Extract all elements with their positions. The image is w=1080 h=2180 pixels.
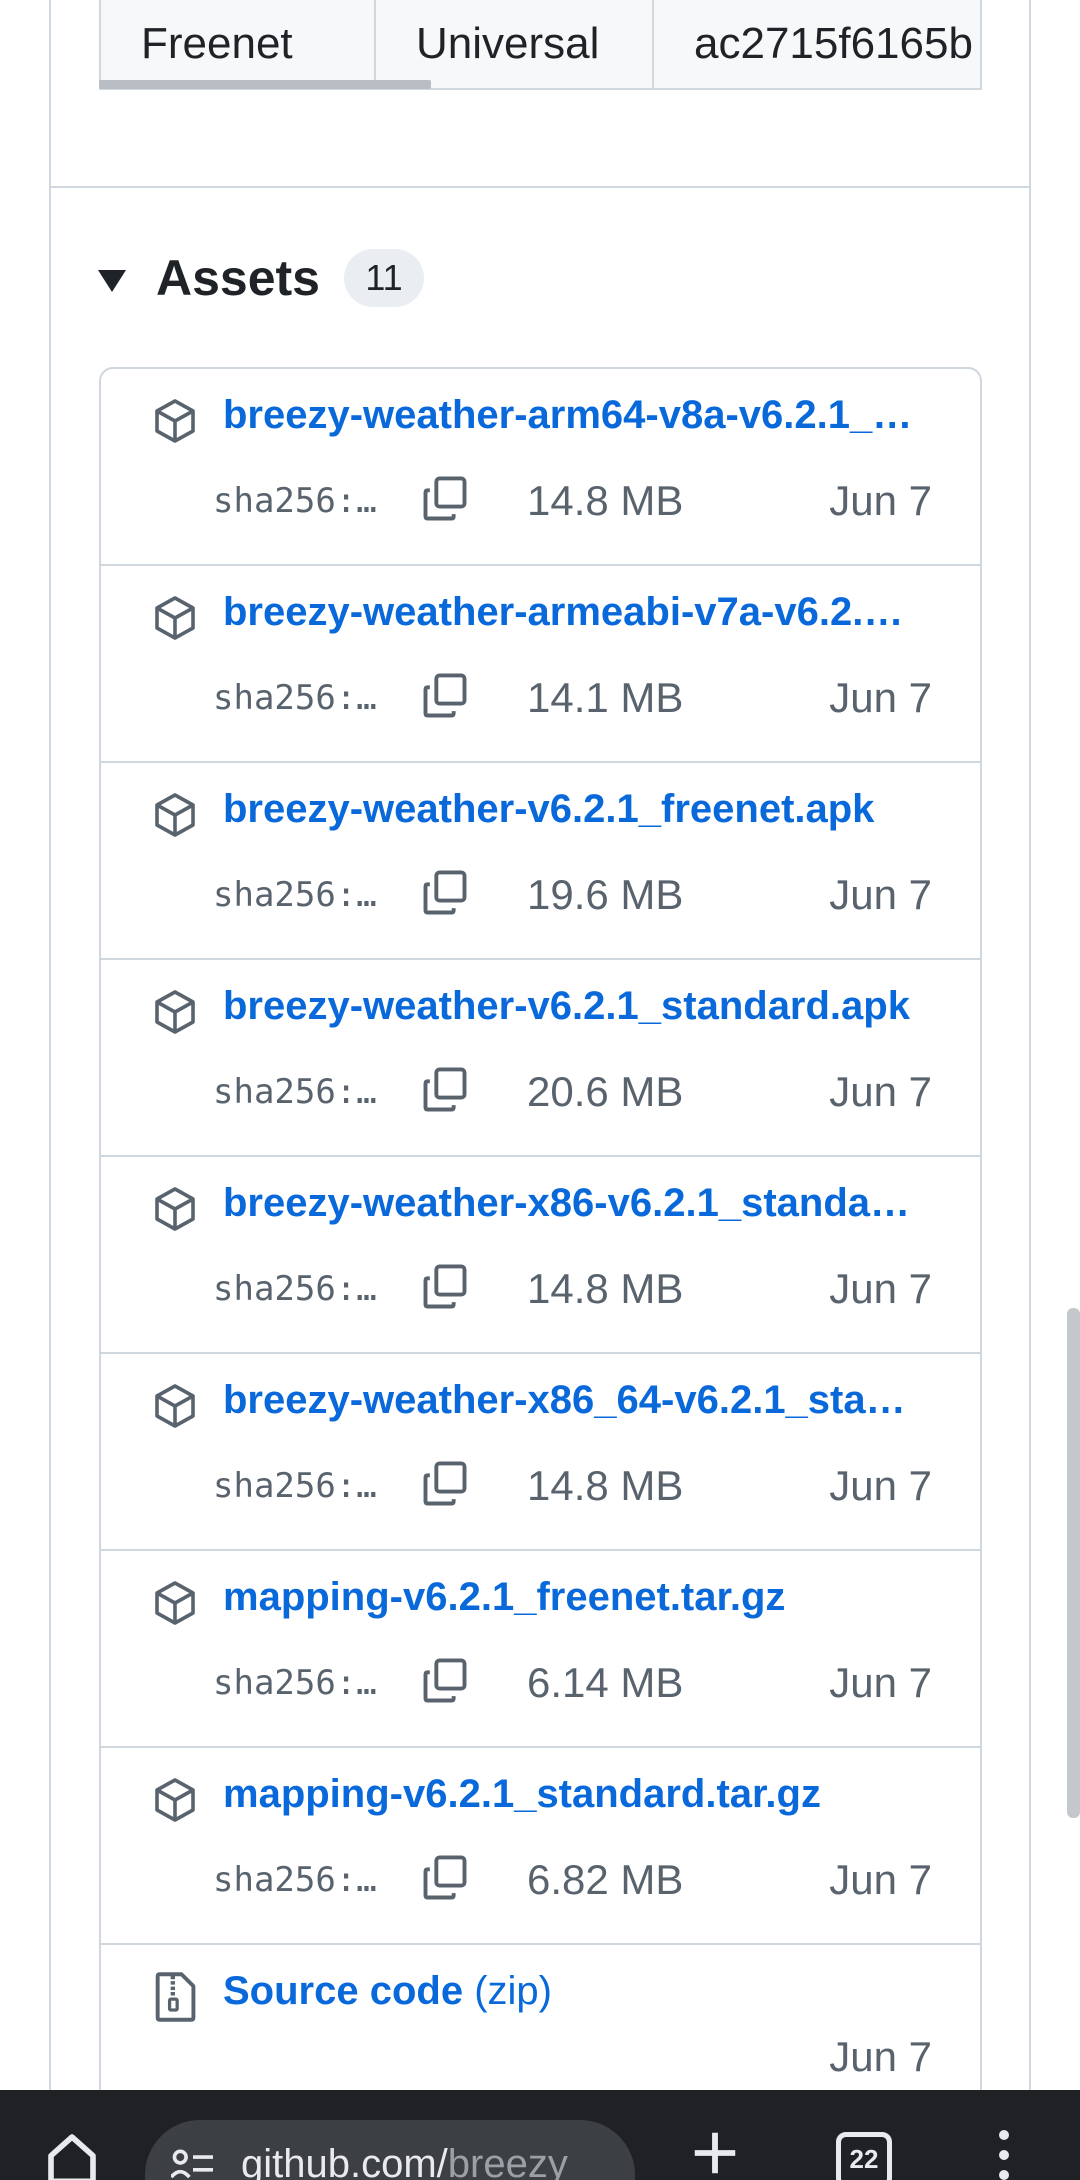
table-scrollbar[interactable] [99,80,431,89]
url-text: github.com/breezy [241,2142,568,2180]
asset-size: 14.8 MB [527,477,684,524]
sha256-label: sha256:… [213,875,377,915]
source-code-type: (zip) [474,1969,552,2013]
package-icon [155,1581,195,1625]
asset-date: Jun 7 [829,674,932,721]
table-cell-flavor: Freenet [101,0,376,88]
file-zip-icon [155,1972,196,2022]
asset-row: mapping-v6.2.1_standard.tar.gz sha256:… … [101,1748,980,1945]
source-code-zip-link[interactable]: Source code (zip) [223,1969,913,2014]
home-icon[interactable] [44,2130,100,2180]
sha256-label: sha256:… [213,1269,377,1309]
asset-row: breezy-weather-x86_64-v6.2.1_standard.ap… [101,1354,980,1551]
release-page: Freenet Universal ac2715f6165b Assets 11… [0,0,1080,2180]
assets-count-badge: 11 [344,249,424,307]
asset-link[interactable]: mapping-v6.2.1_standard.tar.gz [223,1772,913,1817]
package-icon [155,1778,195,1822]
asset-date: Jun 7 [829,1265,932,1312]
asset-row: breezy-weather-v6.2.1_standard.apk sha25… [101,960,980,1157]
table-cell-hash: ac2715f6165b [694,19,973,68]
asset-size: 6.82 MB [527,1856,684,1903]
asset-link[interactable]: breezy-weather-v6.2.1_standard.apk [223,984,913,1029]
package-icon [155,399,195,443]
sha256-label: sha256:… [213,481,377,521]
asset-link[interactable]: breezy-weather-v6.2.1_freenet.apk [223,787,913,832]
copy-icon[interactable] [419,1655,471,1707]
asset-size: 6.14 MB [527,1659,684,1706]
copy-icon[interactable] [419,1064,471,1116]
sha256-label: sha256:… [213,678,377,718]
asset-date: Jun 7 [829,1659,932,1706]
asset-size: 20.6 MB [527,1068,684,1115]
asset-date: Jun 7 [829,477,932,524]
asset-link[interactable]: mapping-v6.2.1_freenet.tar.gz [223,1575,913,1620]
sha256-label: sha256:… [213,1466,377,1506]
triangle-down-icon [98,270,126,292]
asset-list: breezy-weather-arm64-v8a-v6.2.1_standard… [99,367,982,2127]
asset-date: Jun 7 [829,1068,932,1115]
asset-link[interactable]: breezy-weather-armeabi-v7a-v6.2.1_standa… [223,590,913,635]
asset-date: Jun 7 [829,1462,932,1509]
asset-size: 14.8 MB [527,1265,684,1312]
sha256-label: sha256:… [213,1663,377,1703]
more-menu-icon[interactable] [996,2130,1012,2180]
source-code-label: Source code [223,1969,464,2013]
asset-row: breezy-weather-v6.2.1_freenet.apk sha256… [101,763,980,960]
browser-toolbar: github.com/breezy 22 [0,2090,1080,2180]
copy-icon[interactable] [419,670,471,722]
asset-date: Jun 7 [829,1856,932,1903]
package-icon [155,1384,195,1428]
section-divider [51,186,1029,188]
asset-link[interactable]: breezy-weather-x86_64-v6.2.1_standard.ap… [223,1378,913,1423]
sha256-label: sha256:… [213,1072,377,1112]
package-icon [155,1187,195,1231]
table-cell-arch: Universal [376,0,654,88]
site-info-icon[interactable] [171,2148,215,2180]
package-icon [155,596,195,640]
asset-row: breezy-weather-arm64-v8a-v6.2.1_standard… [101,369,980,566]
package-icon [155,793,195,837]
address-bar[interactable]: github.com/breezy [145,2120,635,2180]
asset-size: 19.6 MB [527,871,684,918]
sha256-label: sha256:… [213,1860,377,1900]
copy-icon[interactable] [419,1458,471,1510]
copy-icon[interactable] [419,473,471,525]
new-tab-icon[interactable] [688,2126,742,2180]
asset-row: mapping-v6.2.1_freenet.tar.gz sha256:… 6… [101,1551,980,1748]
page-scrollbar[interactable] [1067,1308,1080,1818]
asset-date: Jun 7 [829,871,932,918]
asset-link[interactable]: breezy-weather-arm64-v8a-v6.2.1_standard… [223,393,913,438]
release-info-table: Freenet Universal ac2715f6165b [99,0,982,90]
source-code-date: Jun 7 [829,2033,932,2080]
assets-title: Assets [156,250,320,306]
tab-switcher-button[interactable]: 22 [836,2132,892,2180]
url-host: github.com/ [241,2142,448,2180]
asset-row: breezy-weather-x86-v6.2.1_standard.apk s… [101,1157,980,1354]
url-path: breezy [447,2142,568,2180]
copy-icon[interactable] [419,1852,471,1904]
asset-link[interactable]: breezy-weather-x86-v6.2.1_standard.apk [223,1181,913,1226]
copy-icon[interactable] [419,867,471,919]
asset-size: 14.1 MB [527,674,684,721]
copy-icon[interactable] [419,1261,471,1313]
asset-size: 14.8 MB [527,1462,684,1509]
package-icon [155,990,195,1034]
asset-row: breezy-weather-armeabi-v7a-v6.2.1_standa… [101,566,980,763]
assets-toggle[interactable]: Assets 11 [98,246,424,310]
